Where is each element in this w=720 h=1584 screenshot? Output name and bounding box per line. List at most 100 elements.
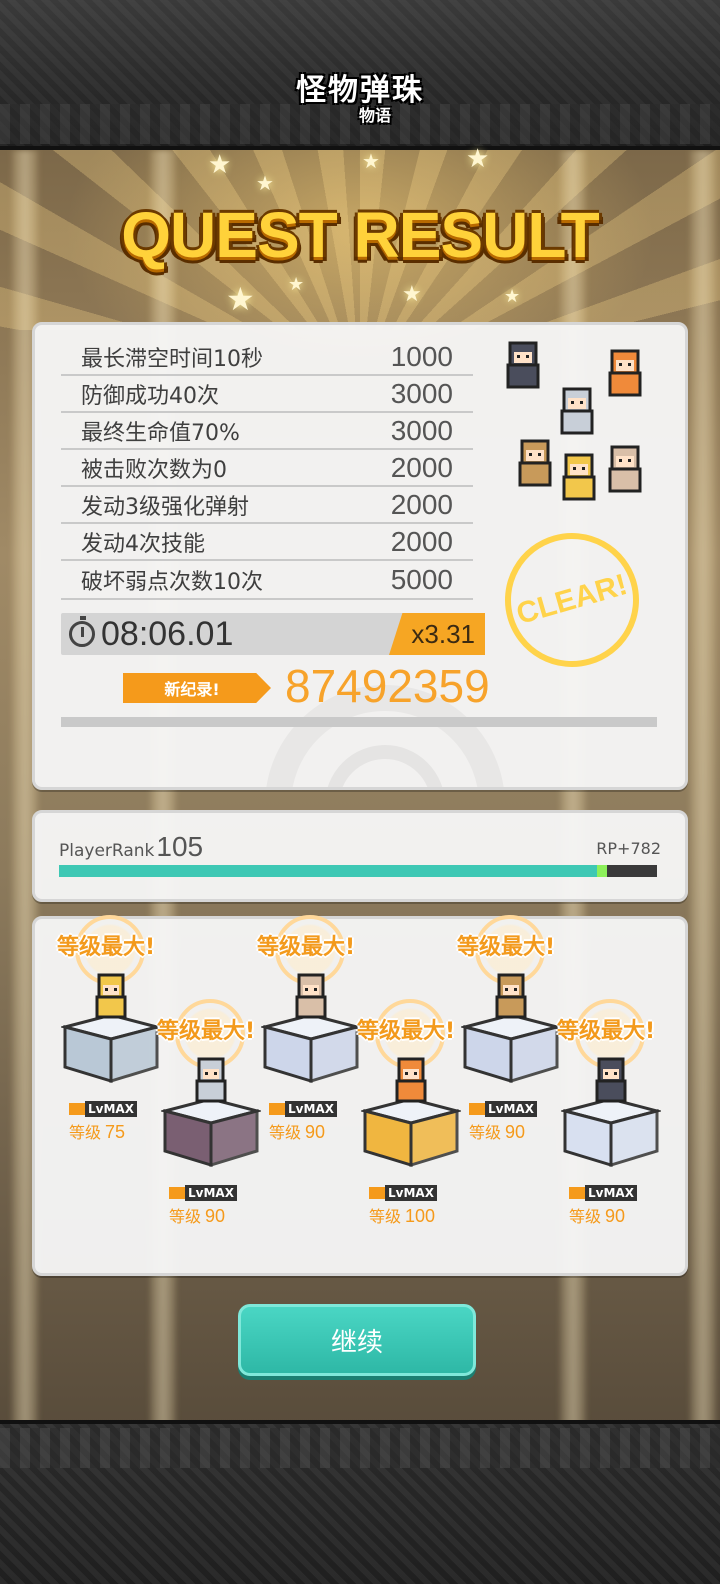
character-level-label: 等级 [569,1207,602,1226]
rank-progress-fill [59,865,597,877]
logo-main-text: 怪物弹珠 [296,73,424,108]
game-logo: 怪物弹珠 物语 [282,66,438,134]
quest-points: 2000 [390,525,453,557]
level-max-text: 等级最大! [457,935,556,960]
total-score: 87492359 [285,660,490,712]
level-max-text: 等级最大! [557,1019,656,1044]
logo-sub-text: 物语 [358,106,391,125]
lvmax-badge-text: LvMAX [385,1185,437,1201]
background-pillar [690,150,716,1430]
quest-row: 破坏弱点次数10次 5000 [61,561,473,598]
orange-haired-fighter-sprite [389,1055,433,1109]
character-level-label: 等级 [269,1123,302,1142]
new-record-badge: 新纪录! [123,673,271,703]
lvmax-badge: LvMAX [469,1101,537,1117]
rank-progress-gain [597,865,607,877]
star-icon: ★ [256,171,274,195]
player-rank-panel: PlayerRank 105 RP+782 [32,810,688,902]
lvmax-badge-text: LvMAX [185,1185,237,1201]
score-multiplier: x3.31 [389,613,485,655]
character-slot: 等级最大! LvMAX 等级 90 [557,919,679,1226]
clear-stamp-text: CLEAR! [512,568,631,632]
quest-points: 2000 [390,488,453,520]
player-rank-label: PlayerRank 105 [59,831,203,863]
character-level: 等级 75 [69,1119,125,1143]
player-rank-caption: PlayerRank [59,841,155,861]
sage-sprite [513,437,557,489]
lvmax-badge: LvMAX [569,1185,637,1201]
staff-wielding-sage-sprite [489,971,533,1025]
lvmax-badge-bar [69,1103,85,1115]
bottom-bar-pattern [0,1428,720,1468]
lvmax-badge-text: LvMAX [485,1101,537,1117]
stopwatch-icon [69,616,95,647]
star-icon: ★ [402,282,422,307]
rank-points-gained: RP+782 [596,839,661,858]
character-level-value: 75 [105,1122,126,1142]
continue-button[interactable]: 继续 [238,1304,476,1376]
grey-girl-sprite [603,443,647,495]
grey-haired-girl-sprite [289,971,333,1025]
quest-points: 3000 [390,414,453,446]
quest-row: 最长滞空时间10秒 1000 [61,339,473,376]
character-level: 等级 90 [169,1203,225,1227]
result-panel: 最长滞空时间10秒 1000 防御成功40次 3000 最终生命值70% 300… [32,322,688,790]
clear-time: 08:06.01 [101,614,234,653]
party-sprites [497,333,657,513]
character-level-panel: 等级最大! LvMAX 等级 75 等级最大! LvMAX 等级 90 等级最大! LvMAX 等级… [32,915,688,1276]
silver-haired-knight-sprite [189,1055,233,1109]
character-level-value: 90 [305,1122,326,1142]
level-max-text: 等级最大! [357,1019,456,1044]
lvmax-badge: LvMAX [169,1185,237,1201]
lvmax-badge-bar [469,1103,485,1115]
quest-row: 防御成功40次 3000 [61,376,473,413]
level-max-text: 等级最大! [157,1019,256,1044]
demon-sprite [501,339,545,391]
character-level-label: 等级 [369,1207,402,1226]
lvmax-badge-text: LvMAX [285,1101,337,1117]
star-icon: ★ [208,150,232,180]
dark-winged-demon-sprite [589,1055,633,1109]
clear-stamp: CLEAR! [489,517,655,683]
quest-label: 破坏弱点次数10次 [81,569,263,595]
character-level: 等级 90 [469,1119,525,1143]
quest-label: 发动4次技能 [81,531,205,557]
lvmax-badge: LvMAX [369,1185,437,1201]
quest-row: 被击败次数为0 2000 [61,450,473,487]
knight-sprite [555,385,599,437]
character-level: 等级 100 [369,1203,435,1227]
quest-row: 发动3级强化弹射 2000 [61,487,473,524]
orange-girl-sprite [603,347,647,399]
star-icon: ★ [466,144,490,174]
lvmax-badge-bar [269,1103,285,1115]
character-level-label: 等级 [169,1207,202,1226]
level-max-text: 等级最大! [257,935,356,960]
lvmax-badge: LvMAX [69,1101,137,1117]
quest-label: 防御成功40次 [81,383,219,409]
quest-row: 发动4次技能 2000 [61,524,473,561]
character-level: 等级 90 [569,1203,625,1227]
star-icon: ★ [226,280,255,318]
lvmax-badge: LvMAX [269,1101,337,1117]
character-level-value: 100 [405,1206,436,1226]
quest-points: 2000 [390,451,453,483]
character-level-value: 90 [505,1122,526,1142]
quest-points: 3000 [390,377,453,409]
lvmax-badge-text: LvMAX [85,1101,137,1117]
quest-objectives-list: 最长滞空时间10秒 1000 防御成功40次 3000 最终生命值70% 300… [61,339,473,600]
quest-label: 最长滞空时间10秒 [81,346,263,372]
lvmax-badge-text: LvMAX [585,1185,637,1201]
star-icon: ★ [504,286,521,307]
star-icon: ★ [362,149,380,173]
lvmax-badge-bar [369,1187,385,1199]
result-progress-bar [61,717,657,727]
character-level-label: 等级 [469,1123,502,1142]
quest-label: 发动3级强化弹射 [81,494,249,520]
quest-points: 5000 [390,563,453,595]
character-level-label: 等级 [69,1123,102,1142]
character-level-value: 90 [205,1206,226,1226]
quest-points: 1000 [390,340,453,372]
blonde-blue-bow-girl-sprite [89,971,133,1025]
character-level-value: 90 [605,1206,626,1226]
rank-progress-bar [59,865,657,877]
